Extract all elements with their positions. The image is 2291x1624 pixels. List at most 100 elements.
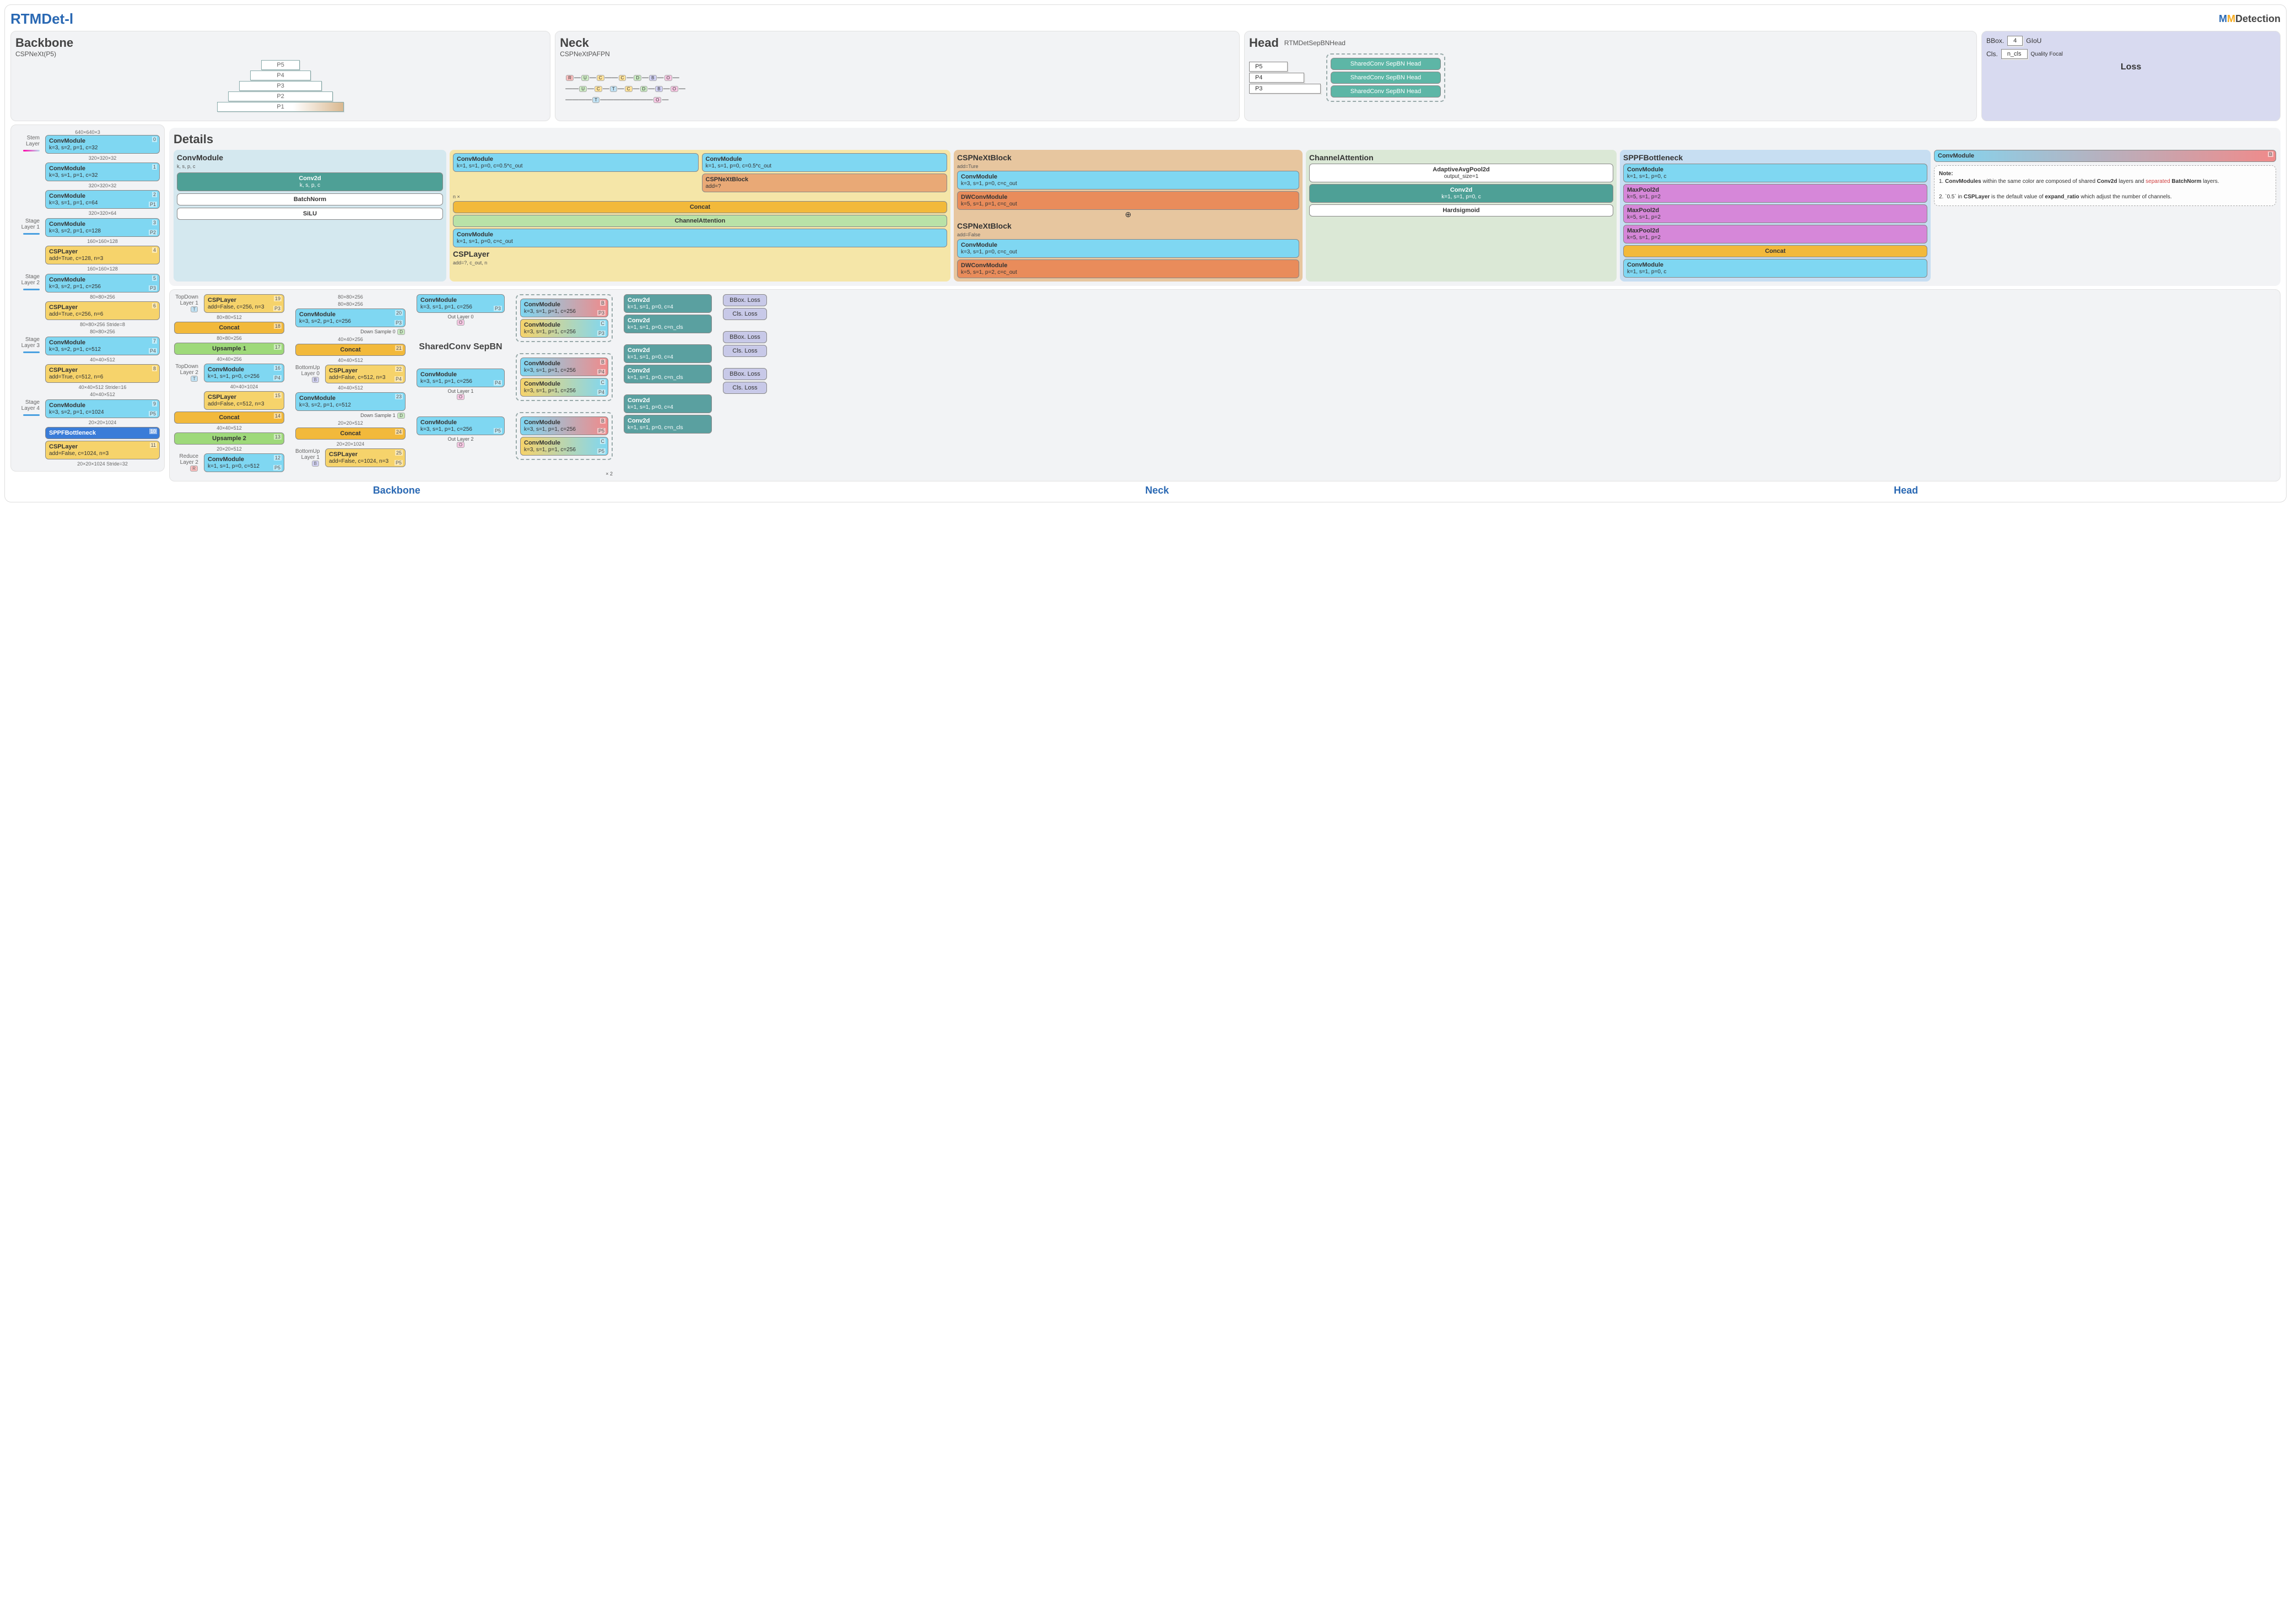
s2-stride: 80×80×256 Stride=8	[45, 322, 160, 327]
neck-header: Neck CSPNeXtPAFPN R—U—C——C—D—B—O— ——U—C—…	[555, 31, 1240, 121]
s4-csp: CSPLayeradd=False, c=1024, n=311	[45, 441, 160, 459]
neck-outcol: ConvModulek=3, s=1, p=1, c=256P3 Out Lay…	[417, 294, 505, 448]
loss-box: BBox. 4 GIoU Cls. n_cls Quality Focal Lo…	[1981, 31, 2281, 121]
s3-csp: CSPLayeradd=True, c=512, n=68	[45, 364, 160, 383]
pyramid-p2: P2	[228, 91, 333, 101]
foot-head: Head	[1894, 485, 1918, 496]
titlebar: RTMDet-l MMDetection	[10, 10, 2281, 28]
neck-18: Concat18	[174, 322, 284, 334]
main-body: 640×640×3 Stem Layer ConvModulek=3, s=2,…	[10, 124, 2281, 481]
neck-25: CSPLayeradd=False, c=1024, n=325P5	[325, 448, 406, 467]
foot-neck: Neck	[1145, 485, 1169, 496]
neck-12: ConvModulek=1, s=1, p=0, c=51212P5	[204, 453, 284, 472]
s4-label: Stage Layer 4	[15, 399, 42, 418]
mmdetection-logo: MMDetection	[2219, 13, 2281, 25]
s4-sppf: SPPFBottleneck10	[45, 427, 160, 439]
loss-b-3: BBox. Loss	[723, 368, 767, 380]
sharedconv-title: SharedConv SepBN	[417, 342, 505, 352]
details-cspnext: CSPNeXtBlockadd=Ture ConvModulek=3, s=1,…	[954, 150, 1303, 282]
s3-label: Stage Layer 3	[15, 337, 42, 355]
neck-sub: CSPNeXtPAFPN	[560, 50, 1235, 58]
neck-17: Upsample 117	[174, 343, 284, 355]
lower-flow: TopDown Layer 1T CSPLayeradd=False, c=25…	[169, 289, 2281, 481]
diagram-root: RTMDet-l MMDetection Backbone CSPNeXt(P5…	[4, 4, 2287, 502]
s2-csp: CSPLayeradd=True, c=256, n=66	[45, 301, 160, 320]
head-p4-b: ConvModulek=3, s=1, p=1, c=256BP4	[520, 358, 608, 376]
loss-c-2: Cls. Loss	[723, 345, 767, 357]
pyramid-p1: P1	[217, 102, 344, 112]
s1-conv: ConvModulek=3, s=2, p=1, c=1283P2	[45, 218, 160, 237]
logo-text: Detection	[2235, 13, 2281, 24]
neck-flow-chips: R—U—C——C—D—B—O— ——U—C—T—C—D—B—O— ————T——…	[560, 60, 1235, 116]
loss-bbox-val: 4	[2007, 36, 2023, 46]
head-header: Head RTMDetSepBNHead P5 P4 P3 SharedConv…	[1244, 31, 1977, 121]
neck-24: Concat24	[295, 427, 406, 440]
c2d-c-2: Conv2dk=1, s=1, p=0, c=n_cls	[624, 365, 712, 383]
head-title: Head	[1249, 36, 1279, 50]
neck-23: ConvModulek=3, s=2, p=1, c=51223	[295, 392, 406, 411]
neck-20: ConvModulek=3, s=2, p=1, c=25620P3	[295, 308, 406, 327]
c2d-c-1: Conv2dk=1, s=1, p=0, c=n_cls	[624, 315, 712, 333]
head-repeat: × 2	[516, 471, 613, 477]
neck-leftcol: TopDown Layer 1T CSPLayeradd=False, c=25…	[174, 294, 284, 472]
details-convmodule: ConvModulek, s, p, c Conv2dk, s, p, c Ba…	[174, 150, 446, 282]
neck-22: CSPLayeradd=False, c=512, n=322P4	[325, 365, 406, 383]
head-p3-b: ConvModulek=3, s=1, p=1, c=256BP3	[520, 299, 608, 317]
shared-head-3: SharedConv SepBN Head	[1331, 85, 1441, 98]
head-detail-col: ConvModulek=3, s=1, p=1, c=256BP3 ConvMo…	[516, 294, 613, 477]
backbone-header: Backbone CSPNeXt(P5) P5 P4 P3 P2 P1	[10, 31, 550, 121]
s2-label: Stage Layer 2	[15, 274, 42, 292]
loss-cls-val: n_cls	[2001, 49, 2028, 59]
stem-label: Stem Layer	[15, 135, 42, 153]
c2d-b-2: Conv2dk=1, s=1, p=0, c=4	[624, 344, 712, 363]
details-chattn: ChannelAttention AdaptiveAvgPool2doutput…	[1306, 150, 1617, 282]
s4-stride: 20×20×1024 Stride=32	[45, 461, 160, 467]
footer-labels: Backbone Neck Head	[10, 485, 2281, 496]
bb-input: 640×640×3	[15, 129, 160, 135]
loss-giou: GIoU	[2026, 37, 2041, 45]
conv2d-col: Conv2dk=1, s=1, p=0, c=4 Conv2dk=1, s=1,…	[624, 294, 712, 434]
pyramid-p5: P5	[261, 60, 300, 70]
stem-2: ConvModulek=3, s=1, p=1, c=642P1	[45, 190, 160, 209]
details-legend-col: ConvModuleB Note: 1. ConvModules within …	[1934, 150, 2276, 282]
pyramid-p4: P4	[250, 71, 311, 80]
s1-csp: CSPLayeradd=True, c=128, n=34	[45, 246, 160, 264]
details-title: Details	[174, 132, 2276, 147]
page-title: RTMDet-l	[10, 10, 73, 28]
details-sppf: SPPFBottleneck ConvModulek=1, s=1, p=0, …	[1620, 150, 1931, 282]
head-p4-c: ConvModulek=3, s=1, p=1, c=256CP4	[520, 378, 608, 397]
pyramid-p3: P3	[239, 81, 322, 91]
neck-19: CSPLayeradd=False, c=256, n=319P3	[204, 294, 284, 313]
loss-b-1: BBox. Loss	[723, 294, 767, 306]
s1-label: Stage Layer 1	[15, 218, 42, 236]
loss-b-2: BBox. Loss	[723, 331, 767, 343]
loss-cls-label: Cls.	[1986, 50, 1998, 58]
head-sub: RTMDetSepBNHead	[1284, 39, 1346, 47]
legend-convmodule: ConvModuleB	[1934, 150, 2276, 162]
shared-head-2: SharedConv SepBN Head	[1331, 72, 1441, 84]
head-shared-group: SharedConv SepBN Head SharedConv SepBN H…	[1326, 53, 1445, 102]
neck-14: Concat14	[174, 412, 284, 424]
c2d-b-1: Conv2dk=1, s=1, p=0, c=4	[624, 294, 712, 313]
s2-conv: ConvModulek=3, s=2, p=1, c=2565P3	[45, 274, 160, 293]
foot-backbone: Backbone	[373, 485, 420, 496]
logo-m2: M	[2227, 13, 2235, 24]
out-1: ConvModulek=3, s=1, p=1, c=256P4	[417, 369, 505, 387]
s3-stride: 40×40×512 Stride=16	[45, 385, 160, 390]
neck-title: Neck	[560, 36, 1235, 50]
details-csplayer: ConvModulek=1, s=1, p=0, c=0.5*c_out Con…	[450, 150, 950, 282]
out-2: ConvModulek=3, s=1, p=1, c=256P5	[417, 416, 505, 435]
loss-col: BBox. Loss Cls. Loss BBox. Loss Cls. Los…	[723, 294, 767, 394]
backbone-sub: CSPNeXt(P5)	[15, 50, 545, 58]
loss-title: Loss	[1986, 62, 2276, 72]
backbone-title: Backbone	[15, 36, 545, 50]
c2d-b-3: Conv2dk=1, s=1, p=0, c=4	[624, 394, 712, 413]
neck-16: ConvModulek=1, s=1, p=0, c=25616P4	[204, 364, 284, 382]
right-column: Details ConvModulek, s, p, c Conv2dk, s,…	[169, 124, 2281, 481]
neck-midcol: 80×80×256 80×80×256 ConvModulek=3, s=2, …	[295, 294, 406, 467]
loss-c-3: Cls. Loss	[723, 382, 767, 394]
stem-0: ConvModulek=3, s=2, p=1, c=320	[45, 135, 160, 154]
s3-conv: ConvModulek=3, s=2, p=1, c=5127P4	[45, 337, 160, 355]
c2d-c-3: Conv2dk=1, s=1, p=0, c=n_cls	[624, 415, 712, 434]
loss-c-1: Cls. Loss	[723, 308, 767, 320]
